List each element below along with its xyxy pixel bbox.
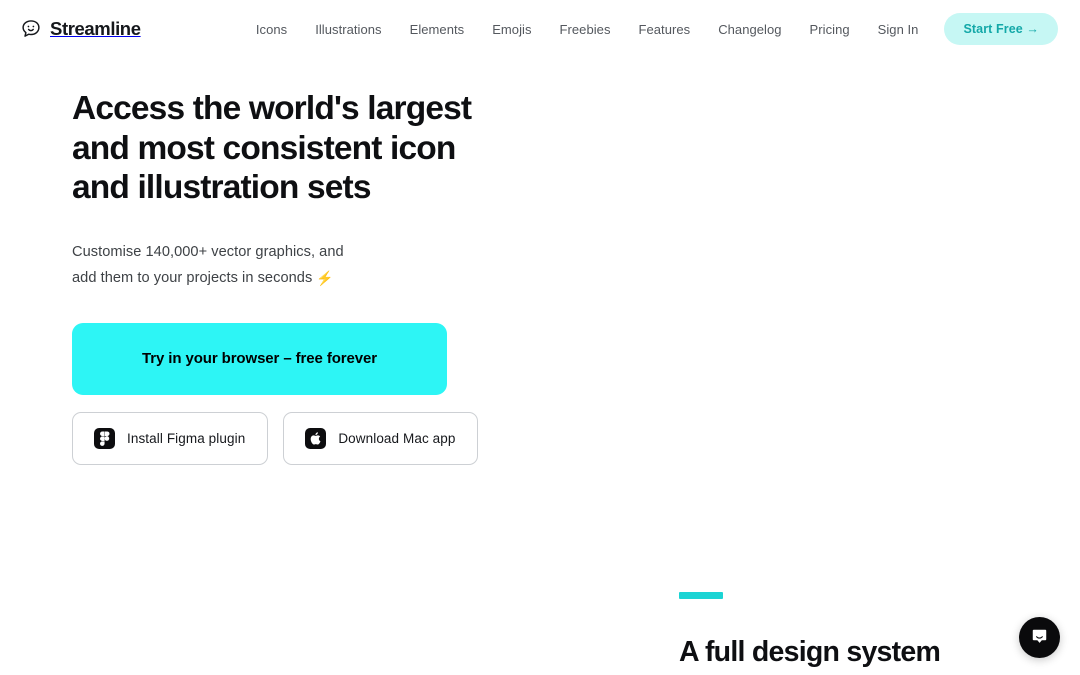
hero-subheadline-line-2: add them to your projects in seconds [72,269,313,286]
primary-navigation: Icons Illustrations Elements Emojis Free… [242,13,1058,45]
nav-link-emojis[interactable]: Emojis [478,17,545,42]
lightning-bolt-icon: ⚡ [316,269,334,286]
download-mac-app-label: Download Mac app [338,430,456,446]
hero-subheadline-line-1: Customise 140,000+ vector graphics, and [72,243,344,260]
try-in-browser-button[interactable]: Try in your browser – free forever [72,322,447,395]
nav-link-pricing[interactable]: Pricing [796,17,864,42]
brand-logo-link[interactable]: Streamline [20,18,141,40]
site-header: Streamline Icons Illustrations Elements … [0,0,1080,58]
hero-section: Access the world's largest and most cons… [0,58,1080,465]
figma-icon [94,427,115,449]
nav-link-features[interactable]: Features [625,17,705,42]
nav-link-changelog[interactable]: Changelog [704,17,795,42]
hero-headline: Access the world's largest and most cons… [72,90,472,206]
nav-link-sign-in[interactable]: Sign In [864,17,933,42]
speech-bubble-smiley-icon [20,18,42,40]
start-free-button[interactable]: Start Free → [944,13,1058,45]
chat-launcher-button[interactable] [1019,617,1060,658]
hero-subheadline: Customise 140,000+ vector graphics, and … [72,240,402,291]
section-eyebrow-dash [679,592,723,599]
design-system-heading: A full design system [679,636,941,668]
secondary-cta-row: Install Figma plugin Download Mac app [72,411,1080,465]
brand-name: Streamline [50,17,141,39]
install-figma-plugin-label: Install Figma plugin [127,430,246,446]
design-system-section: A full design system [679,592,941,669]
nav-link-freebies[interactable]: Freebies [546,17,625,42]
download-mac-app-button[interactable]: Download Mac app [283,411,479,465]
install-figma-plugin-button[interactable]: Install Figma plugin [72,411,269,465]
nav-link-elements[interactable]: Elements [396,17,479,42]
chat-message-icon [1030,627,1049,649]
nav-link-illustrations[interactable]: Illustrations [301,17,395,42]
apple-icon [305,427,327,449]
nav-link-icons[interactable]: Icons [242,17,301,42]
